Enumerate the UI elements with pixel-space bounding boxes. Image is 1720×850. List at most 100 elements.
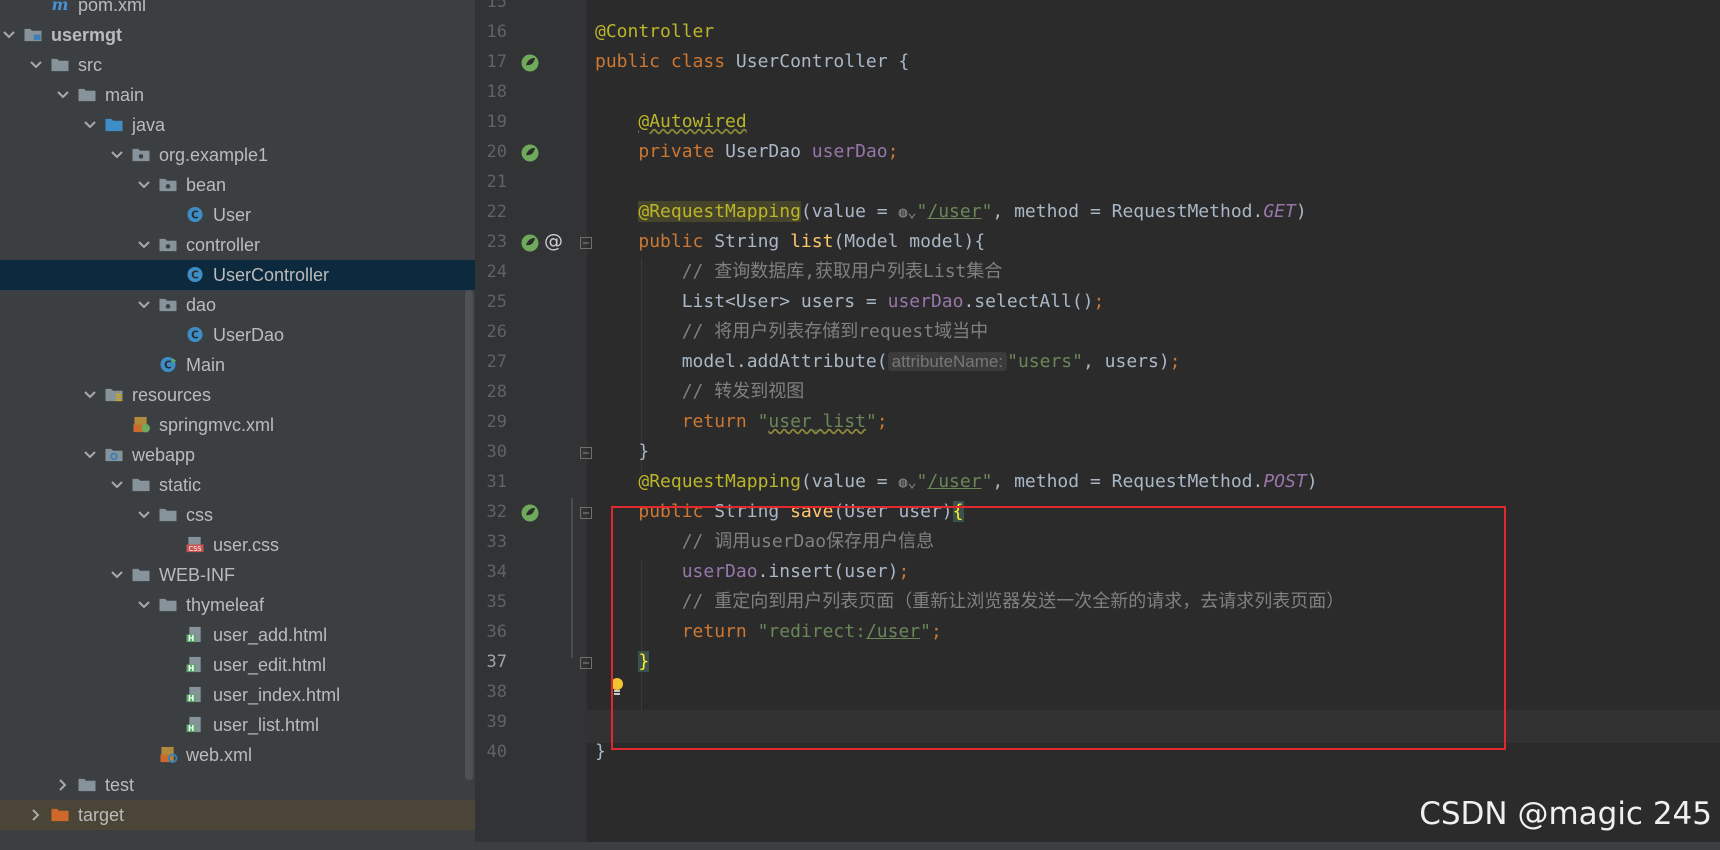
chevron-down-icon[interactable]: [29, 58, 43, 72]
code-line-20[interactable]: private UserDao userDao;: [595, 135, 898, 168]
chevron-down-icon[interactable]: [56, 88, 70, 102]
code-line-17[interactable]: public class UserController {: [595, 45, 909, 78]
code-line-24[interactable]: // 查询数据库,获取用户列表List集合: [595, 255, 1003, 288]
tree-item-user-edit-html[interactable]: Huser_edit.html: [0, 650, 475, 680]
tree-item-org-example1[interactable]: org.example1: [0, 140, 475, 170]
string-token: user_list: [768, 411, 866, 432]
tree-item-label: pom.xml: [78, 0, 147, 15]
tree-item-controller[interactable]: controller: [0, 230, 475, 260]
chevron-right-icon[interactable]: [56, 778, 70, 792]
annotation-marker-icon[interactable]: @: [544, 230, 563, 252]
chevron-right-icon[interactable]: [29, 808, 43, 822]
tree-item-resources[interactable]: resources: [0, 380, 475, 410]
fold-marker-icon[interactable]: [579, 656, 593, 670]
tree-item-thymeleaf[interactable]: thymeleaf: [0, 590, 475, 620]
tree-item-web-xml[interactable]: web.xml: [0, 740, 475, 770]
tree-scrollbar[interactable]: [465, 290, 473, 780]
code-line-16[interactable]: @Controller: [595, 15, 714, 48]
vcs-change-bar[interactable]: [571, 498, 573, 658]
spring-bean-icon[interactable]: [520, 53, 540, 73]
tree-item-label: user_add.html: [213, 625, 328, 645]
tree-item-webapp[interactable]: webapp: [0, 440, 475, 470]
spring-autowired-icon[interactable]: [520, 143, 540, 163]
code-editor[interactable]: 15 16 17 18 19 20 21 22 23 24 25 26 27 28 29 30 31 32 33 34…: [475, 0, 1720, 842]
tree-item-web-inf[interactable]: WEB-INF: [0, 560, 475, 590]
tree-item-user-list-html[interactable]: Huser_list.html: [0, 710, 475, 740]
code-line-26[interactable]: // 将用户列表存储到request域当中: [595, 315, 988, 348]
url-globe-icon[interactable]: ◍⌄: [898, 203, 916, 221]
brace-token: }: [595, 741, 606, 762]
svg-text:H: H: [188, 664, 194, 673]
fold-marker-icon[interactable]: [579, 236, 593, 250]
tree-item-target[interactable]: target: [0, 800, 475, 830]
tree-item-main[interactable]: main: [0, 80, 475, 110]
code-line-27[interactable]: model.addAttribute(attributeName: "users"…: [595, 345, 1181, 378]
url-globe-icon[interactable]: ◍⌄: [898, 473, 916, 491]
tree-item-userdao[interactable]: C UserDao: [0, 320, 475, 350]
code-line-25[interactable]: List<User> users = userDao.selectAll();: [595, 285, 1105, 318]
tree-item-user[interactable]: C User: [0, 200, 475, 230]
tree-item-pom-xml[interactable]: m pom.xml: [0, 0, 475, 20]
url-link[interactable]: /user: [927, 201, 981, 222]
tree-item-springmvc-xml[interactable]: springmvc.xml: [0, 410, 475, 440]
code-line-31[interactable]: @RequestMapping(value = ◍⌄"/user", metho…: [595, 465, 1317, 498]
tree-item-user-add-html[interactable]: Huser_add.html: [0, 620, 475, 650]
spring-xml-icon: [133, 416, 150, 433]
fold-marker-icon[interactable]: [579, 446, 593, 460]
brace-token: }: [638, 441, 650, 462]
java-class-icon: C: [187, 266, 203, 283]
chevron-down-icon[interactable]: [137, 508, 151, 522]
tree-item-usermgt[interactable]: usermgt: [0, 20, 475, 50]
tree-item-user-index-html[interactable]: Huser_index.html: [0, 680, 475, 710]
chevron-down-icon[interactable]: [2, 28, 16, 42]
tree-item-main[interactable]: C Main: [0, 350, 475, 380]
chevron-down-icon[interactable]: [83, 448, 97, 462]
chevron-down-icon[interactable]: [110, 148, 124, 162]
tree-item-src[interactable]: src: [0, 50, 475, 80]
tree-item-label: webapp: [132, 445, 196, 465]
tree-item-usercontroller[interactable]: C UserController: [0, 260, 475, 290]
chevron-down-icon[interactable]: [110, 568, 124, 582]
code-line-30[interactable]: }: [595, 435, 649, 468]
tree-item-css[interactable]: css: [0, 500, 475, 530]
chevron-down-icon[interactable]: [83, 388, 97, 402]
tree-item-test[interactable]: test: [0, 770, 475, 800]
url-link[interactable]: /user: [927, 471, 981, 492]
code-token: , users): [1082, 351, 1170, 372]
code-line-19[interactable]: @Autowired: [595, 105, 746, 138]
project-tree-panel: m pom.xml usermgt src main java org.example1 be…: [0, 0, 475, 850]
chevron-down-icon[interactable]: [137, 598, 151, 612]
code-line-40[interactable]: }: [595, 735, 606, 768]
code-line-28[interactable]: // 转发到视图: [595, 375, 805, 408]
code-token: , method = RequestMethod.: [992, 201, 1264, 222]
tree-item-user-css[interactable]: CSS user.css: [0, 530, 475, 560]
tree-item-label: org.example1: [159, 145, 269, 165]
line-number: 17: [486, 52, 507, 72]
code-token: (value =: [800, 471, 899, 492]
editor-gutter: 15 16 17 18 19 20 21 22 23 24 25 26 27 28 29 30 31 32 33 34…: [475, 0, 592, 842]
tree-item-java[interactable]: java: [0, 110, 475, 140]
chevron-down-icon[interactable]: [137, 178, 151, 192]
module-folder-icon: [24, 28, 42, 42]
line-number: 16: [486, 22, 507, 42]
tree-item-label: test: [105, 775, 135, 795]
svg-text:CSS: CSS: [188, 545, 201, 553]
code-line-23[interactable]: public String list(Model model){: [595, 225, 985, 258]
chevron-down-icon[interactable]: [83, 118, 97, 132]
code-line-29[interactable]: return "user_list";: [595, 405, 888, 438]
chevron-down-icon[interactable]: [137, 238, 151, 252]
tree-item-dao[interactable]: dao: [0, 290, 475, 320]
chevron-down-icon[interactable]: [137, 298, 151, 312]
tree-item-static[interactable]: static: [0, 470, 475, 500]
tree-item-label: src: [78, 55, 102, 75]
chevron-down-icon[interactable]: [110, 478, 124, 492]
tree-item-bean[interactable]: bean: [0, 170, 475, 200]
line-number: 29: [486, 412, 507, 432]
code-line-22[interactable]: @RequestMapping(value = ◍⌄"/user", metho…: [595, 195, 1307, 228]
spring-mapping-icon[interactable]: [520, 233, 540, 253]
spring-mapping-icon[interactable]: [520, 503, 540, 523]
folder-icon: [159, 598, 177, 612]
method-name-token: list: [790, 231, 834, 252]
html-file-icon: H: [186, 656, 201, 673]
fold-marker-icon[interactable]: [579, 506, 593, 520]
